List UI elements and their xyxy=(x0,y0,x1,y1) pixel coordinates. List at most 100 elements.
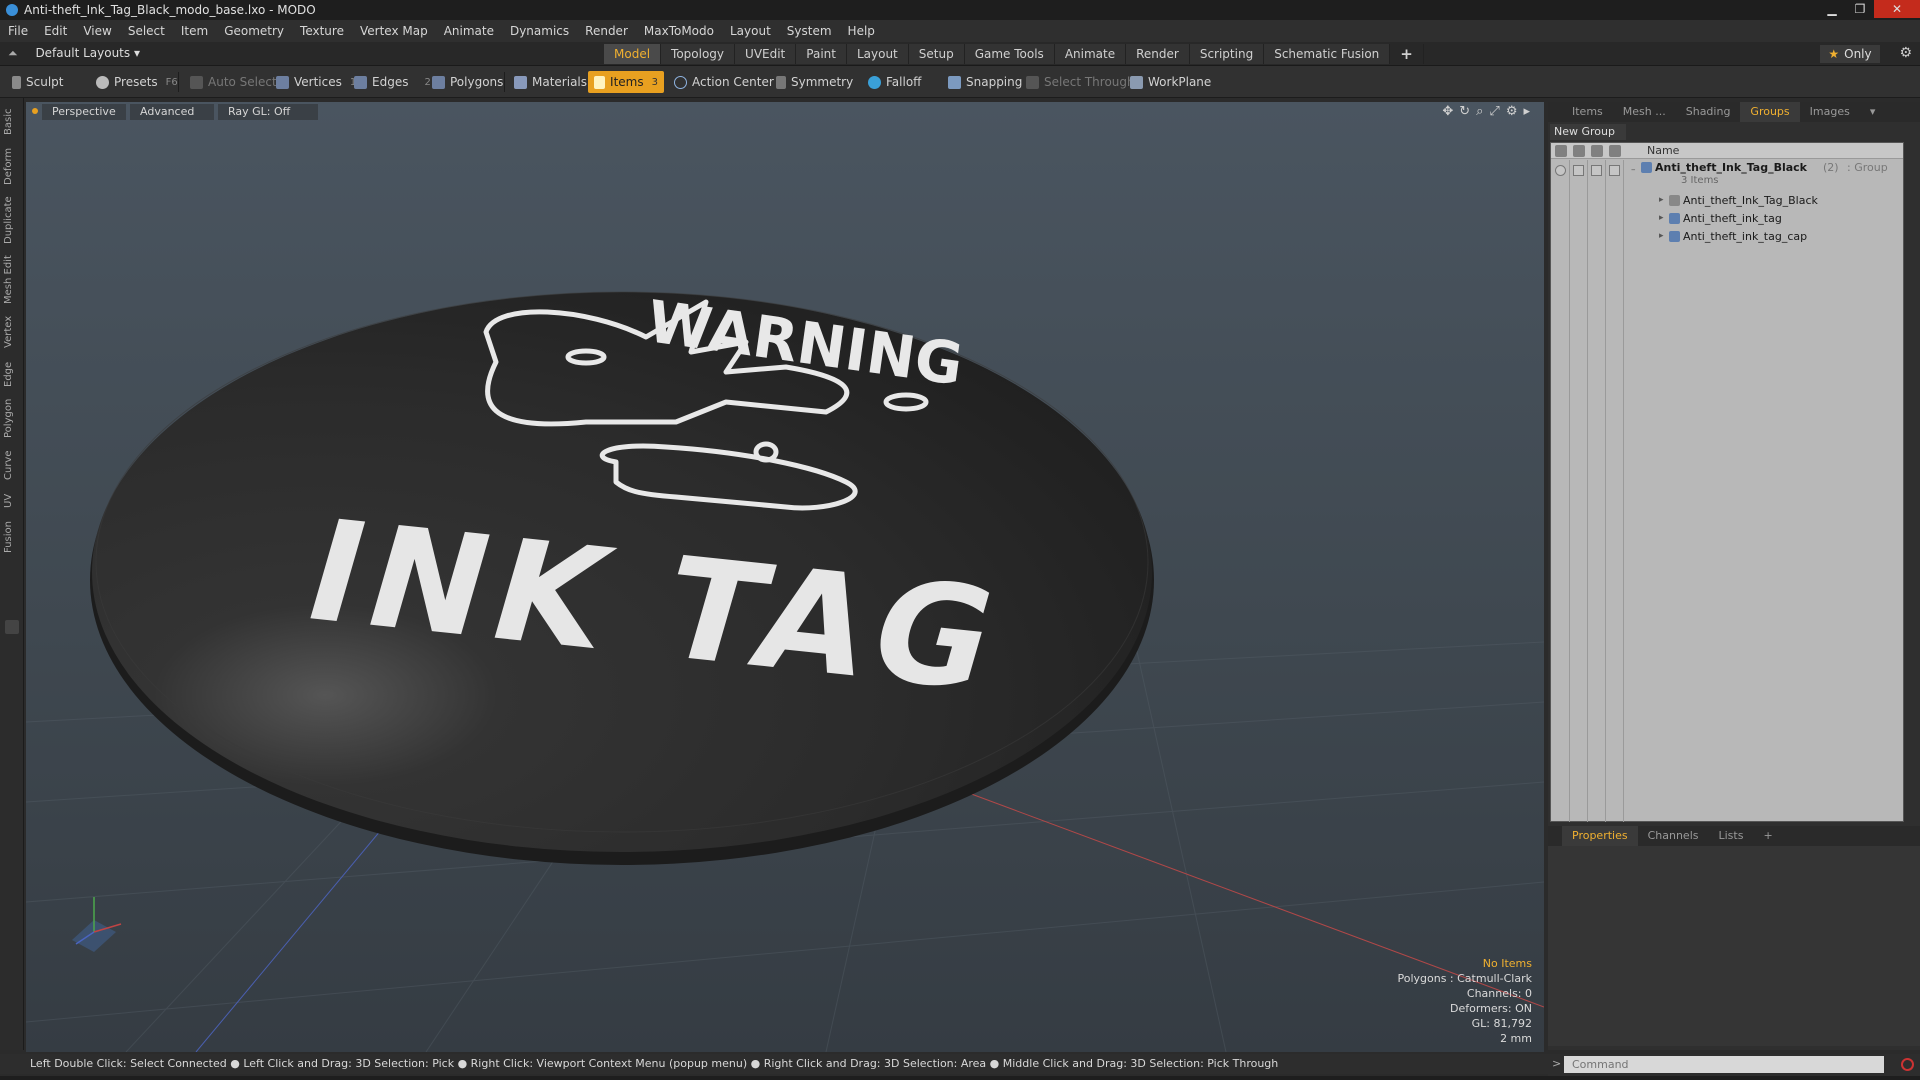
menu-help[interactable]: Help xyxy=(840,24,883,38)
command-input[interactable] xyxy=(1564,1056,1884,1073)
viewport-menu-dot-icon[interactable] xyxy=(32,108,38,114)
tab-paint[interactable]: Paint xyxy=(796,44,847,64)
tab-setup[interactable]: Setup xyxy=(908,44,965,64)
vtab-mesh-edit[interactable]: Mesh Edit xyxy=(3,254,21,306)
view-type-button[interactable]: Perspective xyxy=(42,104,126,120)
select-icon[interactable] xyxy=(1609,145,1621,157)
group-child-row[interactable]: ▸ Anti_theft_ink_tag_cap xyxy=(1551,229,1903,245)
snapping-button[interactable]: Snapping xyxy=(942,71,1028,93)
vtab-vertex[interactable]: Vertex xyxy=(3,314,21,350)
tab-schematic-fusion[interactable]: Schematic Fusion xyxy=(1264,44,1391,64)
menu-view[interactable]: View xyxy=(75,24,119,38)
restore-button[interactable]: ❐ xyxy=(1846,0,1874,18)
menu-item[interactable]: Item xyxy=(173,24,216,38)
edges-button[interactable]: Edges 2 xyxy=(348,71,437,93)
auto-select-button[interactable]: Auto Select xyxy=(184,71,283,93)
menu-dynamics[interactable]: Dynamics xyxy=(502,24,577,38)
vtab-edge[interactable]: Edge xyxy=(3,360,21,388)
minimize-button[interactable]: ▁ xyxy=(1818,0,1846,18)
tab-shading[interactable]: Shading xyxy=(1676,102,1741,122)
falloff-button[interactable]: Falloff xyxy=(862,71,927,93)
vtab-polygon[interactable]: Polygon xyxy=(3,396,21,440)
tabs-dropdown-icon[interactable]: ▾ xyxy=(1860,102,1886,122)
toolbox-toggle-button[interactable] xyxy=(5,620,19,634)
add-tab-icon[interactable]: + xyxy=(1753,826,1782,846)
viewport-expand-arrow-icon[interactable]: ▸ xyxy=(1523,104,1530,119)
eye-icon[interactable] xyxy=(1555,145,1567,157)
items-button[interactable]: Items 3 xyxy=(588,71,664,93)
tab-scripting[interactable]: Scripting xyxy=(1189,44,1265,64)
add-tab-icon[interactable]: + xyxy=(1390,44,1424,64)
menu-animate[interactable]: Animate xyxy=(436,24,502,38)
materials-button[interactable]: Materials xyxy=(508,71,593,93)
layout-up-arrow-icon[interactable]: ⏶ xyxy=(8,46,18,60)
tab-mesh[interactable]: Mesh ... xyxy=(1613,102,1676,122)
layout-selector[interactable]: ⏶ Default Layouts ▾ xyxy=(8,46,140,61)
lock-icon[interactable] xyxy=(1573,145,1585,157)
menu-maxtomodo[interactable]: MaxToModo xyxy=(636,24,722,38)
menu-system[interactable]: System xyxy=(779,24,840,38)
tab-channels[interactable]: Channels xyxy=(1638,826,1709,846)
menu-file[interactable]: File xyxy=(0,24,36,38)
render-icon[interactable] xyxy=(1591,145,1603,157)
tree-branch-icon: ▸ xyxy=(1659,231,1664,241)
sculpt-button[interactable]: Sculpt xyxy=(6,71,69,93)
raygl-button[interactable]: Ray GL: Off xyxy=(218,104,318,120)
symmetry-button[interactable]: Symmetry xyxy=(770,71,859,93)
vtab-basic[interactable]: Basic xyxy=(3,106,21,138)
tab-uvedit[interactable]: UVEdit xyxy=(735,44,797,64)
vtab-curve[interactable]: Curve xyxy=(3,448,21,482)
move-view-icon[interactable]: ✥ xyxy=(1442,104,1453,119)
group-child-row[interactable]: ▸ Anti_theft_Ink_Tag_Black xyxy=(1551,193,1903,209)
group-root-row[interactable]: – Anti_theft_Ink_Tag_Black (2) : Group 3… xyxy=(1551,161,1903,191)
render-toggle[interactable] xyxy=(1591,165,1602,176)
maximize-viewport-icon[interactable]: ⤢ xyxy=(1489,104,1499,119)
vtab-duplicate[interactable]: Duplicate xyxy=(3,194,21,246)
tab-items[interactable]: Items xyxy=(1562,102,1613,122)
new-group-button[interactable]: New Group xyxy=(1550,124,1626,140)
shading-mode-button[interactable]: Advanced xyxy=(130,104,214,120)
tab-model[interactable]: Model xyxy=(604,44,662,64)
viewport-settings-gear-icon[interactable]: ⚙ xyxy=(1506,104,1518,119)
visibility-toggle[interactable] xyxy=(1555,165,1566,176)
gear-icon[interactable]: ⚙ xyxy=(1899,45,1912,61)
window-controls: ▁ ❐ ✕ xyxy=(1818,0,1920,20)
select-through-button[interactable]: Select Through xyxy=(1020,71,1141,93)
menu-texture[interactable]: Texture xyxy=(292,24,352,38)
workplane-button[interactable]: WorkPlane xyxy=(1124,71,1217,93)
menu-bar: File Edit View Select Item Geometry Text… xyxy=(0,20,1920,42)
presets-button[interactable]: Presets F6 xyxy=(90,71,184,93)
menu-edit[interactable]: Edit xyxy=(36,24,75,38)
column-name[interactable]: Name xyxy=(1647,144,1679,157)
tab-properties[interactable]: Properties xyxy=(1562,826,1638,846)
polygons-button[interactable]: Polygons xyxy=(426,71,509,93)
menu-geometry[interactable]: Geometry xyxy=(216,24,292,38)
lock-toggle[interactable] xyxy=(1573,165,1584,176)
3d-viewport[interactable]: WARNING INK TAG Perspective Advanced Ray… xyxy=(26,102,1544,1052)
tab-game-tools[interactable]: Game Tools xyxy=(964,44,1055,64)
group-child-row[interactable]: ▸ Anti_theft_ink_tag xyxy=(1551,211,1903,227)
menu-render[interactable]: Render xyxy=(577,24,636,38)
tab-layout[interactable]: Layout xyxy=(846,44,909,64)
stop-icon[interactable] xyxy=(1901,1058,1914,1071)
tab-topology[interactable]: Topology xyxy=(661,44,736,64)
vtab-deform[interactable]: Deform xyxy=(3,146,21,186)
only-button[interactable]: ★ Only xyxy=(1820,45,1880,63)
select-toggle[interactable] xyxy=(1609,165,1620,176)
action-center-button[interactable]: Action Center xyxy=(668,71,780,93)
zoom-icon[interactable]: ⌕ xyxy=(1476,104,1483,119)
menu-select[interactable]: Select xyxy=(120,24,173,38)
vtab-uv[interactable]: UV xyxy=(3,492,21,510)
tab-lists[interactable]: Lists xyxy=(1709,826,1754,846)
tab-groups[interactable]: Groups xyxy=(1740,102,1800,122)
menu-layout[interactable]: Layout xyxy=(722,24,779,38)
command-history-arrow-icon[interactable]: > xyxy=(1552,1057,1561,1070)
tab-animate[interactable]: Animate xyxy=(1054,44,1127,64)
close-button[interactable]: ✕ xyxy=(1874,0,1920,18)
menu-vertex-map[interactable]: Vertex Map xyxy=(352,24,436,38)
vtab-fusion[interactable]: Fusion xyxy=(3,518,21,556)
collapse-icon[interactable]: – xyxy=(1631,165,1636,175)
tab-render[interactable]: Render xyxy=(1126,44,1190,64)
rotate-view-icon[interactable]: ↻ xyxy=(1459,104,1470,119)
tab-images[interactable]: Images xyxy=(1800,102,1860,122)
